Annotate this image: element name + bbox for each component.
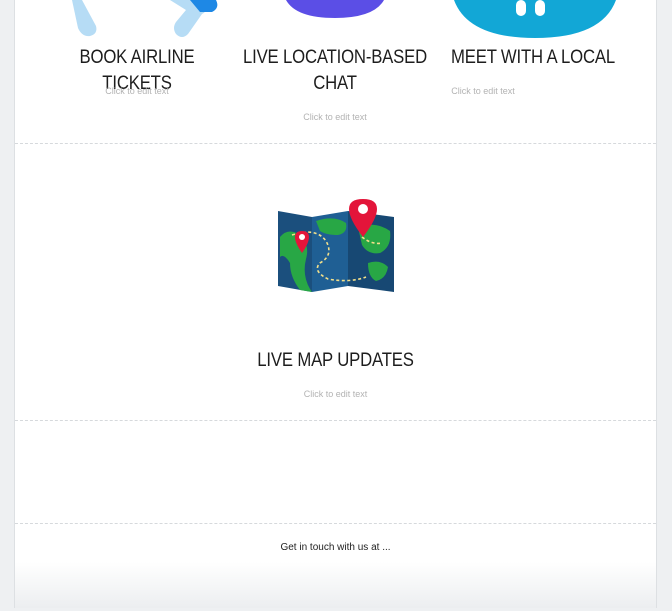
world-map-icon [278, 199, 394, 292]
page-canvas: BOOK AIRLINE TICKETS Click to edit text … [14, 0, 657, 608]
section-divider [15, 523, 656, 524]
feature-live-map-updates[interactable]: LIVE MAP UPDATES Click to edit text [15, 0, 656, 420]
edit-text-hint[interactable]: Click to edit text [15, 389, 656, 399]
footer-contact-text[interactable]: Get in touch with us at ... [15, 542, 656, 553]
bottom-fade [15, 562, 656, 608]
feature-title[interactable]: LIVE MAP UPDATES [53, 348, 617, 374]
section-divider [15, 420, 656, 421]
